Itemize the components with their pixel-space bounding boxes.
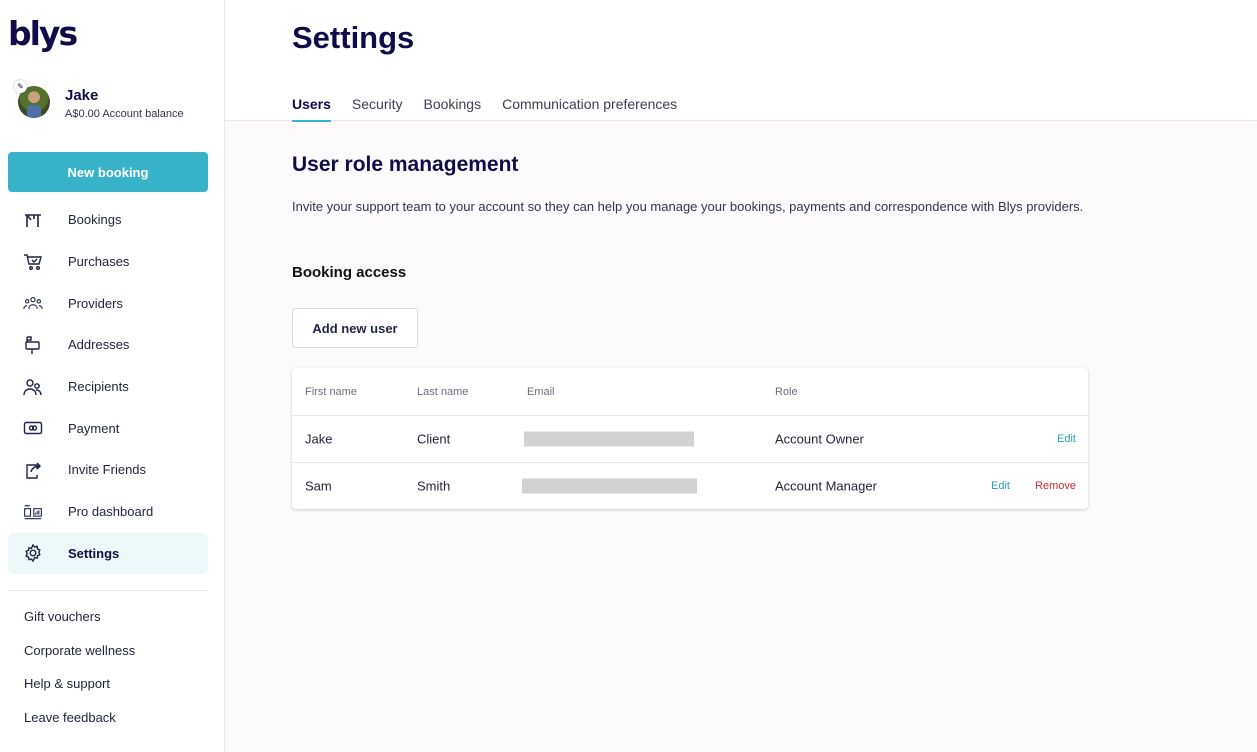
corporate-wellness-link[interactable]: Corporate wellness: [24, 634, 135, 668]
sidebar-item-invite-friends[interactable]: Invite Friends: [8, 449, 208, 491]
section-description: Invite your support team to your account…: [292, 199, 1084, 214]
role-cell: Account Manager: [775, 478, 877, 494]
dashboard-icon: [23, 502, 43, 522]
page-title: Settings: [292, 20, 415, 55]
role-cell: Account Owner: [775, 431, 864, 447]
settings-tabs: Users Security Bookings Communication pr…: [292, 96, 698, 122]
page-header: Settings Users Security Bookings Communi…: [225, 0, 1257, 122]
gift-vouchers-link[interactable]: Gift vouchers: [24, 600, 135, 634]
sidebar-item-label: Bookings: [68, 212, 122, 228]
tab-bookings[interactable]: Bookings: [424, 96, 482, 120]
edit-user-button[interactable]: Edit: [991, 480, 1010, 492]
sidebar-item-label: Addresses: [68, 337, 130, 353]
edit-avatar-icon[interactable]: ✎: [14, 80, 27, 93]
tab-communication-preferences[interactable]: Communication preferences: [502, 96, 677, 120]
table-row: Jake Client Account Owner Edit: [292, 416, 1088, 463]
sidebar-item-addresses[interactable]: Addresses: [8, 324, 208, 366]
providers-icon: [23, 293, 43, 313]
sidebar-item-payment[interactable]: Payment: [8, 407, 208, 449]
last-name-cell: Client: [417, 431, 451, 447]
share-icon: [23, 460, 43, 480]
email-redacted: [522, 478, 697, 494]
edit-user-button[interactable]: Edit: [1057, 433, 1076, 445]
users-table: First name Last name Email Role Jake Cli…: [292, 368, 1088, 509]
sidebar-divider: [8, 590, 208, 591]
gear-icon: [23, 543, 43, 563]
sidebar-item-label: Providers: [68, 295, 123, 311]
sidebar-item-label: Recipients: [68, 379, 129, 395]
sidebar-item-pro-dashboard[interactable]: Pro dashboard: [8, 491, 208, 533]
payment-icon: [23, 418, 43, 438]
tab-security[interactable]: Security: [352, 96, 403, 120]
column-header: Email: [527, 385, 555, 398]
sidebar-item-bookings[interactable]: Bookings: [8, 199, 208, 241]
first-name-cell: Jake: [305, 431, 333, 447]
table-header-row: First name Last name Email Role: [292, 368, 1088, 416]
sidebar-item-settings[interactable]: Settings: [8, 532, 208, 575]
sidebar-links: Gift vouchers Corporate wellness Help & …: [24, 608, 135, 742]
section-title: User role management: [292, 153, 519, 176]
sidebar-item-label: Settings: [68, 545, 120, 561]
sidebar-nav: Bookings Purchases Providers Addresses R…: [8, 199, 208, 575]
sidebar-item-label: Pro dashboard: [68, 504, 154, 520]
last-name-cell: Smith: [417, 478, 451, 494]
column-header: Last name: [417, 385, 469, 398]
recipients-icon: [23, 377, 43, 397]
sidebar-item-recipients[interactable]: Recipients: [8, 366, 208, 408]
new-booking-button[interactable]: New booking: [8, 152, 208, 192]
remove-user-button[interactable]: Remove: [1035, 480, 1076, 492]
sidebar-item-providers[interactable]: Providers: [8, 282, 208, 324]
column-header: Role: [775, 385, 798, 398]
sidebar-item-label: Purchases: [68, 254, 130, 270]
booking-access-title: Booking access: [292, 264, 407, 281]
sidebar-item-label: Invite Friends: [68, 462, 147, 478]
profile-name: Jake: [65, 87, 99, 104]
table-row: Sam Smith Account Manager Edit Remove: [292, 463, 1088, 509]
user-profile[interactable]: ✎ Jake A$0.00 Account balance: [14, 80, 214, 124]
blys-logo[interactable]: blys: [8, 14, 78, 53]
bookings-icon: [23, 210, 43, 230]
account-balance: A$0.00 Account balance: [65, 108, 184, 120]
email-redacted: [524, 431, 694, 447]
first-name-cell: Sam: [305, 478, 332, 494]
cart-icon: [23, 252, 43, 272]
leave-feedback-link[interactable]: Leave feedback: [24, 701, 135, 735]
sidebar: blys ✎ Jake A$0.00 Account balance New b…: [0, 0, 225, 752]
mailbox-icon: [23, 335, 43, 355]
add-new-user-button[interactable]: Add new user: [292, 308, 418, 348]
sidebar-item-label: Payment: [68, 420, 120, 436]
help-support-link[interactable]: Help & support: [24, 667, 135, 701]
tab-users[interactable]: Users: [292, 96, 331, 122]
column-header: First name: [305, 385, 357, 398]
sidebar-item-purchases[interactable]: Purchases: [8, 241, 208, 283]
